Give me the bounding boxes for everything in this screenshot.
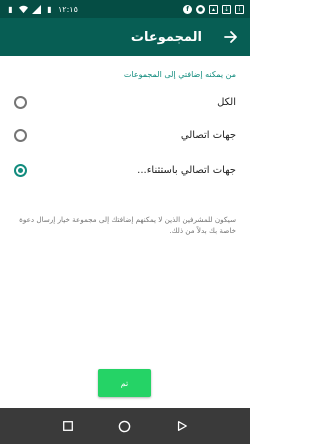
status-bar: ▮ ▮ ١٢:١٥ f ● ▴ ↓ i	[0, 0, 250, 18]
radio-button[interactable]	[14, 128, 27, 142]
radio-button[interactable]	[14, 95, 27, 109]
section-title: من يمكنه إضافتي إلى المجموعات	[123, 70, 236, 79]
page-title: المجموعات	[130, 29, 202, 45]
home-circle-icon[interactable]	[118, 419, 132, 433]
facebook-icon: f	[183, 4, 192, 14]
option-label: جهات اتصالي	[180, 129, 236, 141]
notification-icon: ●	[196, 4, 205, 14]
radio-button-checked[interactable]	[14, 163, 27, 177]
arrow-right-icon[interactable]	[224, 30, 238, 44]
status-left: ▮ ▮ ١٢:١٥	[6, 4, 78, 14]
option-my-contacts-except[interactable]: جهات اتصالي باستثناء...	[14, 158, 236, 182]
download-icon: ↓	[222, 4, 231, 14]
photo-icon: ▴	[209, 4, 218, 14]
signal-icon	[32, 4, 41, 14]
option-my-contacts[interactable]: جهات اتصالي	[14, 123, 236, 147]
recents-square-icon[interactable]	[61, 419, 75, 433]
option-label: الكل	[217, 96, 236, 108]
back-triangle-icon[interactable]	[175, 419, 189, 433]
app-bar: المجموعات	[0, 18, 250, 56]
info-icon: i	[235, 4, 244, 14]
screen: ▮ ▮ ١٢:١٥ f ● ▴ ↓ i المجموعات من يمكنه إ…	[0, 0, 250, 444]
radio-dot	[18, 167, 23, 173]
battery-icon: ▮	[47, 4, 52, 14]
option-everyone[interactable]: الكل	[14, 90, 236, 114]
navigation-bar	[0, 408, 250, 444]
status-time: ١٢:١٥	[58, 4, 78, 14]
info-note: سيكون للمشرفين الذين لا يمكنهم إضافتك إل…	[19, 215, 236, 235]
sim-icon: ▮	[8, 4, 13, 14]
status-right: f ● ▴ ↓ i	[183, 4, 244, 14]
done-button[interactable]: تم	[98, 369, 151, 397]
option-label: جهات اتصالي باستثناء...	[137, 164, 236, 176]
wifi-icon	[19, 5, 28, 13]
